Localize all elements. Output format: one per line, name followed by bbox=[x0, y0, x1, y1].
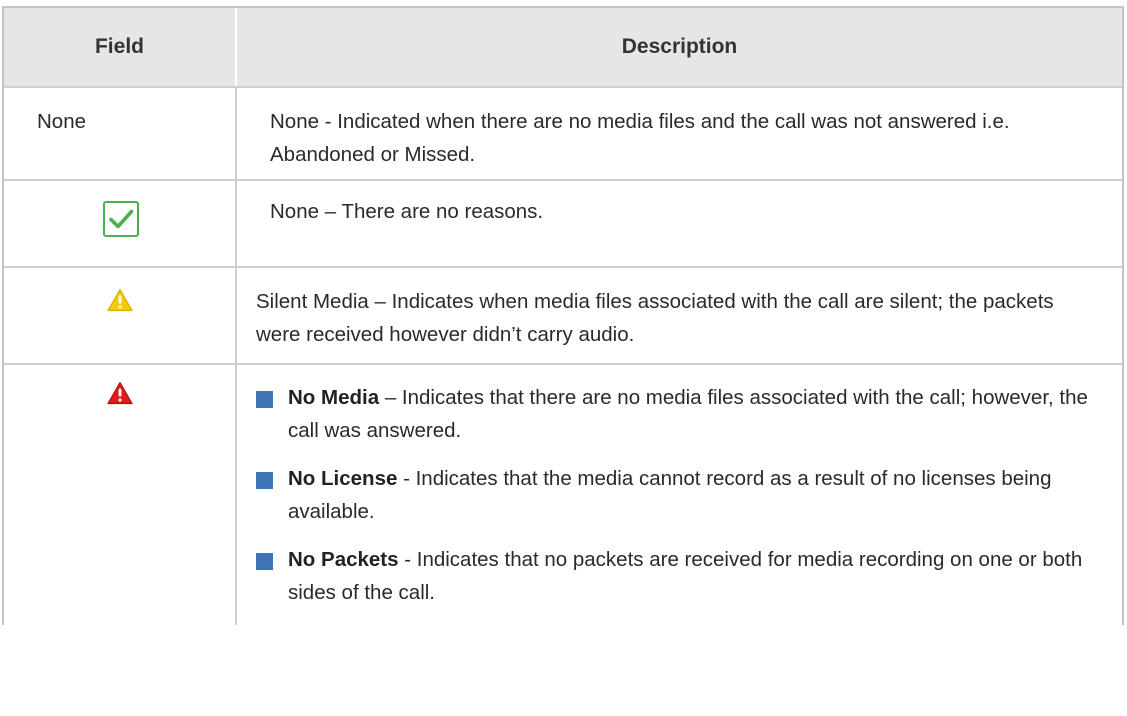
field-cell: None bbox=[4, 88, 237, 179]
bullet-term: No License bbox=[288, 467, 398, 490]
header-field: Field bbox=[4, 8, 237, 86]
bullet-text: – Indicates that there are no media file… bbox=[288, 386, 1088, 442]
warning-yellow-icon bbox=[107, 288, 133, 317]
header-description: Description bbox=[621, 35, 738, 58]
description-cell: None – There are no reasons. bbox=[237, 181, 1122, 266]
check-icon bbox=[103, 201, 139, 237]
description-cell: Silent Media – Indicates when media file… bbox=[237, 268, 1122, 363]
description-text: None – There are no reasons. bbox=[270, 200, 544, 223]
description-cell: None - Indicated when there are no media… bbox=[237, 88, 1122, 179]
table-header-row: Field Description bbox=[4, 8, 1122, 88]
bullet-term: No Packets bbox=[288, 548, 399, 571]
bullet-square-icon bbox=[256, 553, 273, 570]
description-text: None - Indicated when there are no media… bbox=[270, 110, 1010, 166]
field-cell bbox=[4, 365, 237, 625]
bullet-text: - Indicates that the media cannot record… bbox=[288, 467, 1052, 523]
field-cell bbox=[4, 268, 237, 363]
table-row: None – There are no reasons. bbox=[4, 181, 1122, 268]
table-row: Silent Media – Indicates when media file… bbox=[4, 268, 1122, 365]
bullet-square-icon bbox=[256, 472, 273, 489]
bullet-item: No Packets - Indicates that no packets a… bbox=[256, 543, 1102, 609]
field-label: None bbox=[37, 110, 87, 133]
table-row: No Media – Indicates that there are no m… bbox=[4, 365, 1122, 625]
warning-red-icon bbox=[107, 381, 133, 410]
description-cell: No Media – Indicates that there are no m… bbox=[237, 365, 1122, 625]
bullet-text: - Indicates that no packets are received… bbox=[288, 548, 1083, 604]
table-row: None None - Indicated when there are no … bbox=[4, 88, 1122, 181]
description-text: Silent Media – Indicates when media file… bbox=[256, 290, 1054, 346]
field-cell bbox=[4, 181, 237, 266]
reasons-table: Field Description None None - Indicated … bbox=[2, 6, 1124, 625]
bullet-term: No Media bbox=[288, 386, 380, 409]
bullet-item: No License - Indicates that the media ca… bbox=[256, 462, 1102, 528]
bullet-square-icon bbox=[256, 391, 273, 408]
bullet-item: No Media – Indicates that there are no m… bbox=[256, 381, 1102, 447]
